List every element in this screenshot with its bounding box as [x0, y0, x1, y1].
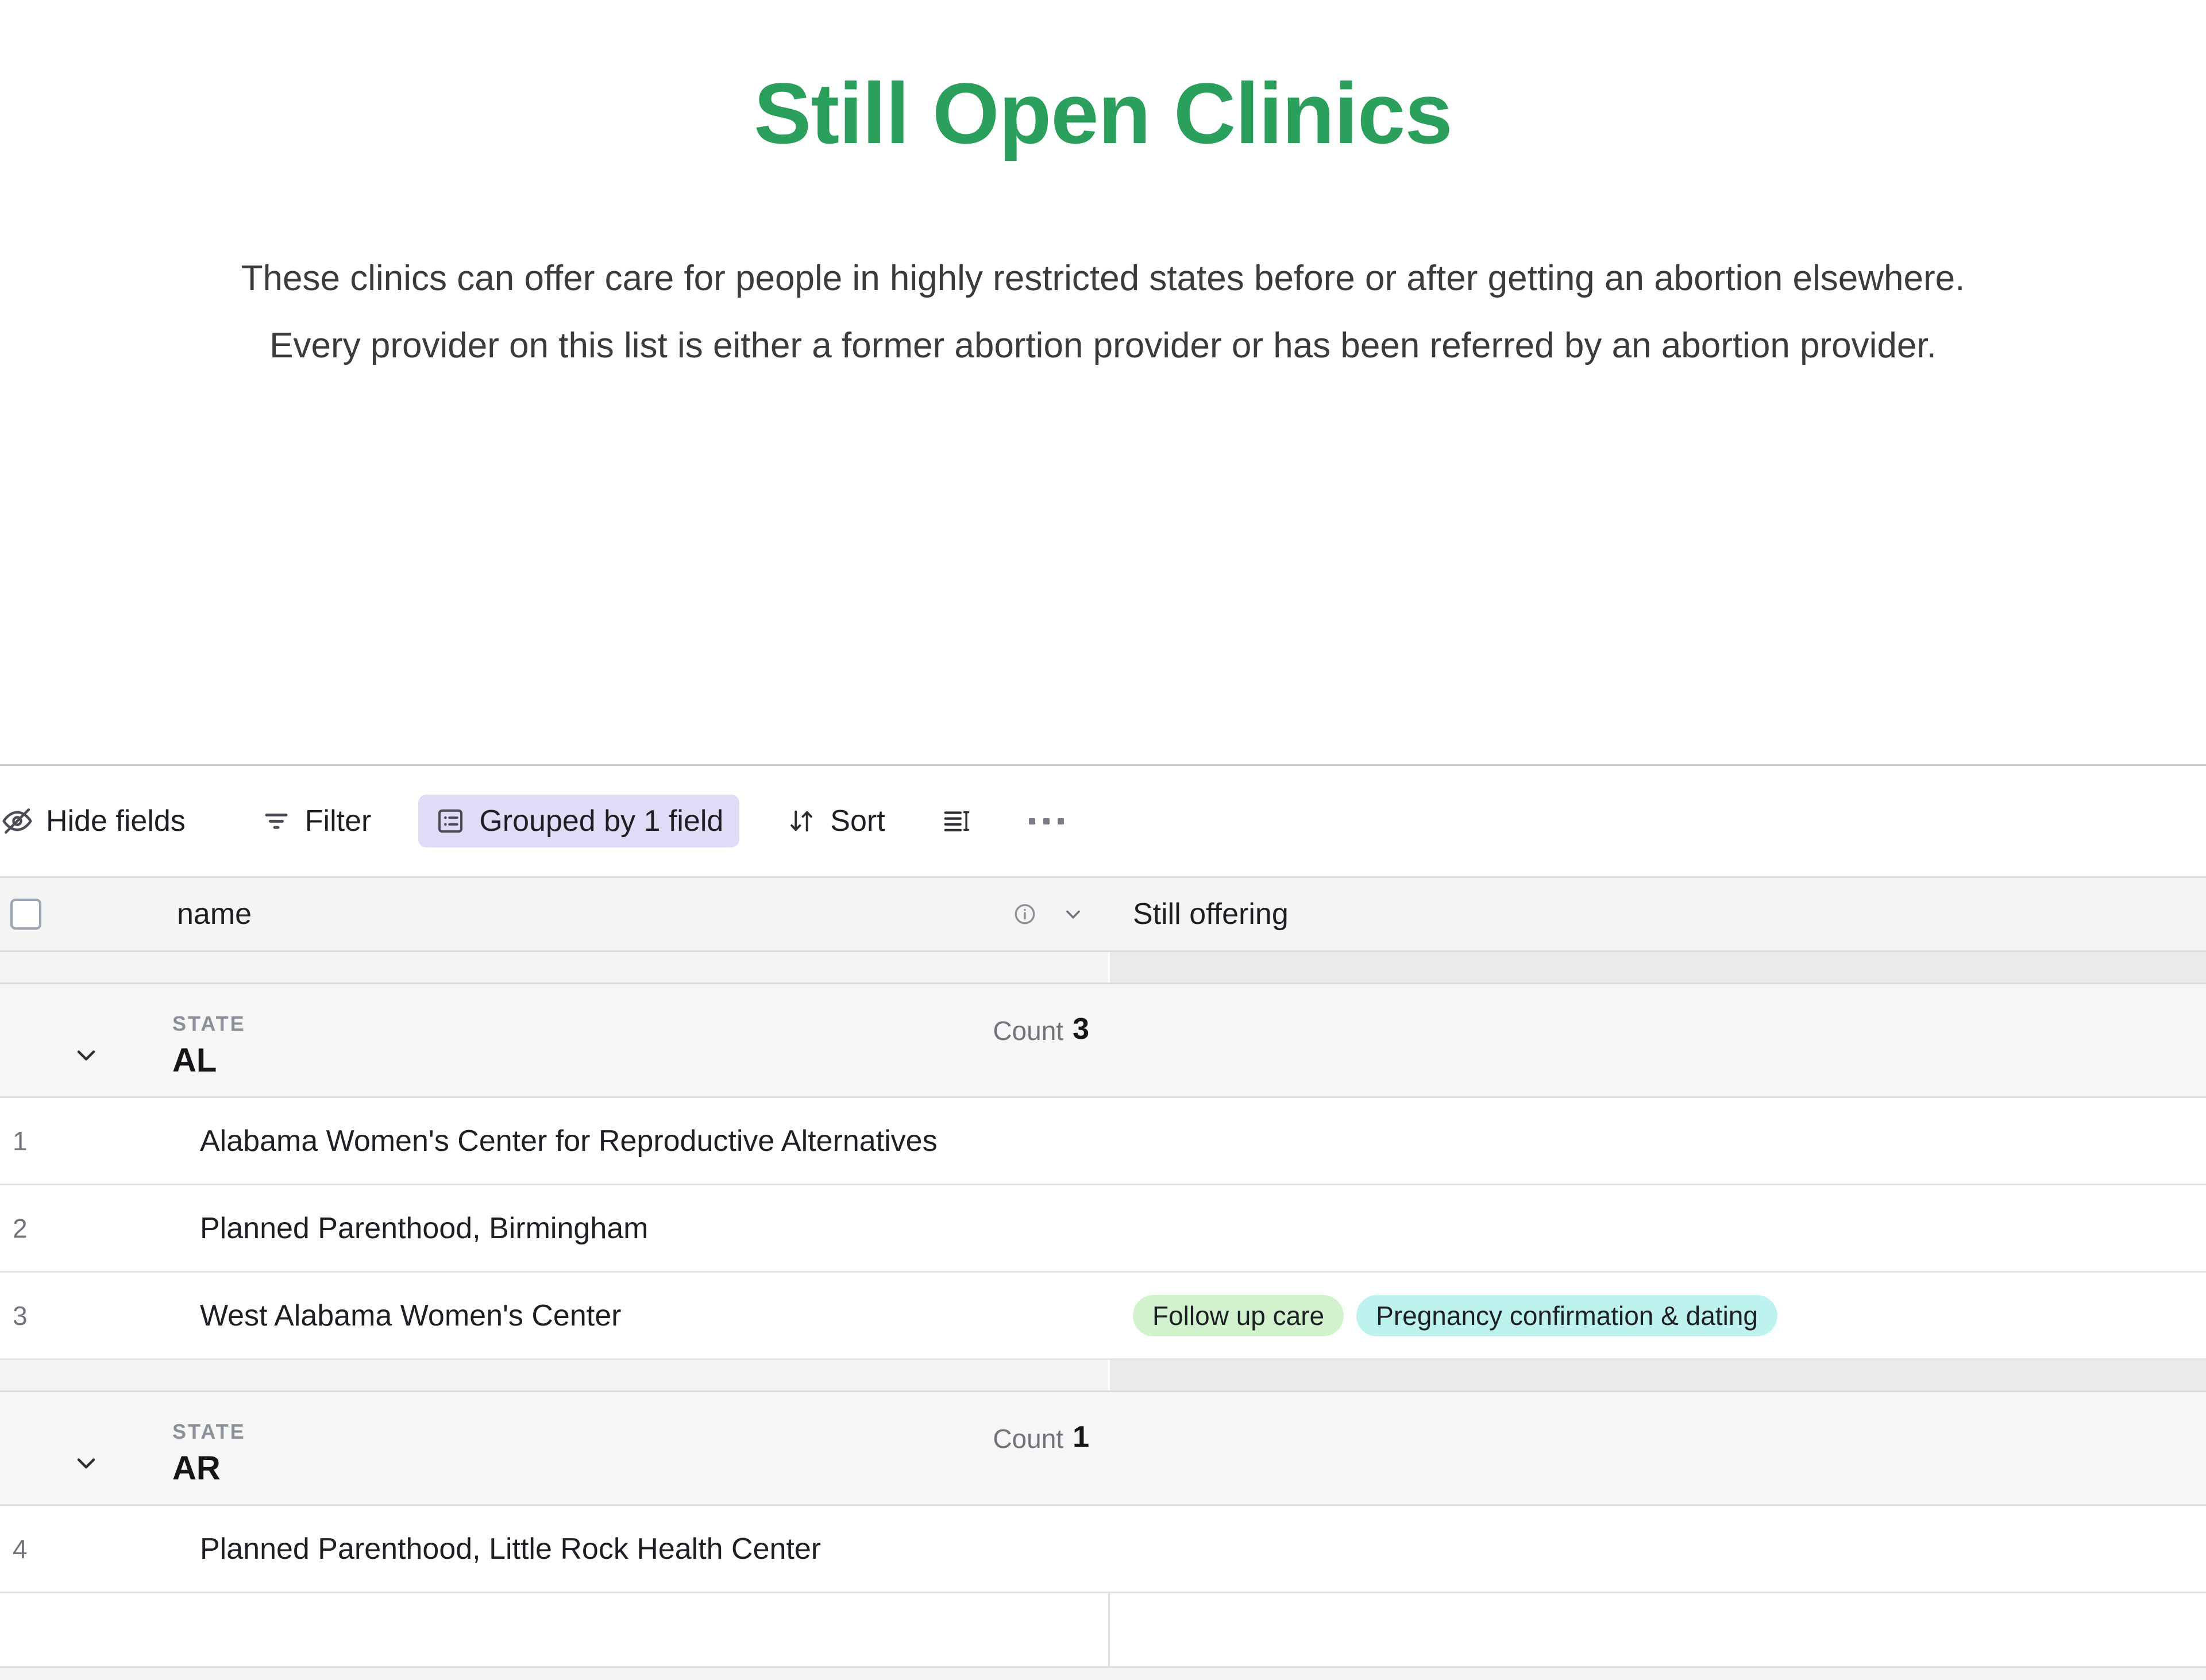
table-row[interactable]: 2 Planned Parenthood, Birmingham [0, 1185, 2206, 1273]
filter-icon [260, 805, 292, 837]
group-band-right [1110, 1360, 2206, 1390]
page-description: These clinics can offer care for people … [241, 259, 1965, 365]
filter-button[interactable]: Filter [244, 795, 388, 847]
group-header-labels: STATE AL [172, 1000, 246, 1080]
data-grid: name Still offering STATE AL Count 3 1 A… [0, 876, 2206, 1680]
chevron-down-icon[interactable] [1057, 898, 1089, 930]
hero-section: Still Open Clinics These clinics can off… [0, 0, 2206, 380]
tag-chip[interactable]: Follow up care [1133, 1294, 1344, 1336]
row-name-cell[interactable]: Planned Parenthood, Birmingham [172, 1185, 1109, 1271]
hide-fields-label: Hide fields [46, 804, 186, 838]
group-header-row[interactable]: STATE AL Count 3 [0, 984, 2206, 1098]
group-header-right-fill [1110, 984, 2206, 1096]
column-header-still-offering-label: Still offering [1133, 897, 1289, 931]
group-collapse-toggle[interactable] [0, 984, 172, 1096]
group-band-left [0, 952, 1108, 982]
chevron-down-icon [77, 1050, 95, 1061]
page-title: Still Open Clinics [754, 65, 1453, 161]
group-list-icon [434, 805, 466, 837]
grid-bottom-band [0, 1666, 2206, 1680]
table-row[interactable]: 3 West Alabama Women's Center Follow up … [0, 1273, 2206, 1360]
table-row[interactable]: 1 Alabama Women's Center for Reproductiv… [0, 1098, 2206, 1185]
column-header-still-offering[interactable]: Still offering [1109, 878, 2206, 950]
group-header-row[interactable]: STATE AR Count 1 [0, 1392, 2206, 1506]
group-collapse-toggle[interactable] [0, 1392, 172, 1504]
group-field-label: STATE [172, 1012, 246, 1036]
group-header-labels: STATE AR [172, 1408, 246, 1488]
grid-header-row: name Still offering [0, 876, 2206, 952]
column-header-name-icons [1009, 898, 1089, 930]
row-number: 3 [13, 1300, 28, 1331]
group-value-label: AL [172, 1042, 217, 1080]
chevron-down-icon [77, 1458, 95, 1469]
group-by-label: Grouped by 1 field [479, 804, 724, 838]
group-field-label: STATE [172, 1420, 246, 1444]
hide-fields-button[interactable]: Hide fields [0, 795, 202, 847]
dot-1 [1028, 818, 1035, 824]
group-header-main: STATE AR Count 1 [172, 1392, 1109, 1504]
group-count-value: 1 [1073, 1420, 1089, 1454]
group-count-label: Count [993, 1423, 1064, 1454]
row-still-offering-cell[interactable] [1109, 1185, 2206, 1271]
group-count: Count 1 [993, 1420, 1089, 1477]
row-still-offering-cell[interactable] [1109, 1506, 2206, 1592]
tag-chip[interactable]: Pregnancy confirmation & dating [1356, 1294, 1777, 1336]
row-name-cell[interactable]: Planned Parenthood, Little Rock Health C… [172, 1506, 1109, 1592]
sort-button[interactable]: Sort [769, 795, 901, 847]
row-number: 2 [13, 1213, 28, 1243]
row-still-offering-cell[interactable] [1109, 1098, 2206, 1184]
group-header-right-fill [1110, 1392, 2206, 1504]
group-count-label: Count [993, 1015, 1064, 1046]
dot-3 [1057, 818, 1064, 824]
info-circle-icon[interactable] [1009, 898, 1041, 930]
row-number: 4 [13, 1533, 28, 1564]
group-count-value: 3 [1073, 1012, 1089, 1046]
group-value-label: AR [172, 1450, 221, 1488]
column-header-name-label: name [177, 897, 252, 931]
more-options-button[interactable] [1012, 795, 1081, 847]
group-count: Count 3 [993, 1012, 1089, 1069]
select-all-checkbox[interactable] [10, 899, 41, 930]
row-height-button[interactable] [924, 795, 989, 847]
row-still-offering-cell[interactable]: Follow up care Pregnancy confirmation & … [1109, 1273, 2206, 1358]
column-header-name[interactable]: name [172, 878, 1109, 950]
filter-label: Filter [304, 804, 372, 838]
view-toolbar: Hide fields Filter Grouped by 1 field So… [0, 766, 2206, 876]
select-all-cell [0, 878, 172, 950]
group-spacer-band [0, 952, 2206, 984]
group-header-main: STATE AL Count 3 [172, 984, 1109, 1096]
group-spacer-band [0, 1360, 2206, 1392]
group-by-button[interactable]: Grouped by 1 field [418, 795, 740, 847]
dot-2 [1043, 818, 1050, 824]
group-band-left [0, 1360, 1108, 1390]
row-height-icon [940, 805, 973, 837]
row-name-cell[interactable]: West Alabama Women's Center [172, 1273, 1109, 1358]
sort-label: Sort [830, 804, 885, 838]
eye-slash-icon [1, 805, 33, 837]
sort-arrows-icon [785, 805, 817, 837]
table-row[interactable]: 4 Planned Parenthood, Little Rock Health… [0, 1506, 2206, 1593]
group-band-right [1110, 952, 2206, 982]
row-name-cell[interactable]: Alabama Women's Center for Reproductive … [172, 1098, 1109, 1184]
row-number: 1 [13, 1126, 28, 1156]
